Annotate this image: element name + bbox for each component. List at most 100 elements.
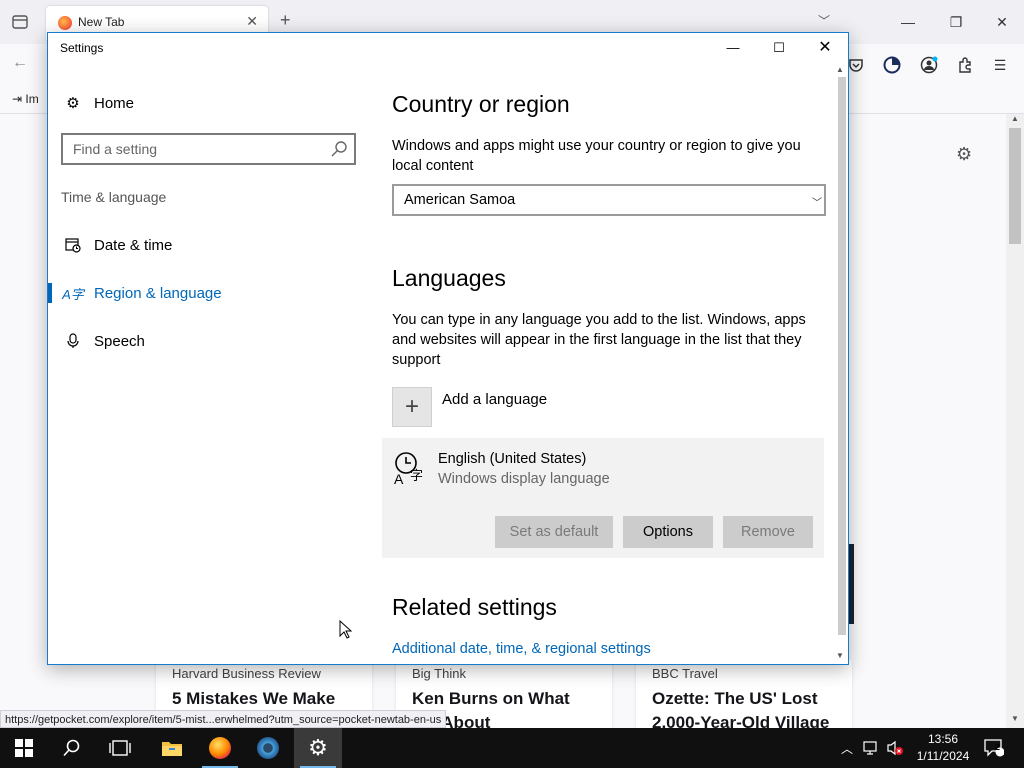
firefox-button[interactable] (196, 728, 244, 768)
language-name: English (United States) (438, 451, 587, 467)
notification-icon (984, 739, 1004, 757)
home-nav-item[interactable]: ⚙ Home (62, 91, 134, 115)
settings-title-bar[interactable]: Settings — ☐ ✕ (48, 33, 848, 63)
scrollbar-thumb[interactable] (1009, 128, 1021, 244)
home-label: Home (94, 94, 135, 112)
sidebar-item-label: Region & language (94, 284, 222, 302)
folder-icon (162, 742, 182, 756)
card-source: Big Think (412, 666, 466, 681)
extensions-icon[interactable] (955, 55, 975, 75)
account-icon[interactable] (919, 55, 939, 75)
settings-sidebar: ⚙ Home Time & language Date & time A字 Re… (48, 63, 368, 664)
app-button[interactable] (244, 728, 292, 768)
sidebar-item-date-time[interactable]: Date & time (48, 225, 368, 265)
plus-icon: + (392, 387, 432, 427)
task-view-icon (109, 740, 131, 756)
clock-date: 1/11/2024 (916, 749, 970, 763)
settings-scrollbar[interactable]: ▲ ▼ (833, 63, 848, 664)
clock[interactable]: 13:56 1/11/2024 (904, 731, 982, 765)
close-tab-icon[interactable]: ✕ (246, 13, 258, 30)
language-subtitle: Windows display language (438, 471, 610, 487)
card-source: BBC Travel (652, 666, 718, 681)
browser-restore-button[interactable]: ❐ (936, 8, 976, 36)
start-button[interactable] (0, 728, 48, 768)
firefox-icon (209, 737, 231, 759)
back-arrow-icon[interactable]: ← (12, 54, 28, 72)
related-settings-heading: Related settings (392, 594, 557, 620)
options-button[interactable]: Options (623, 516, 713, 548)
settings-app-button[interactable]: ⚙ (294, 728, 342, 768)
section-title: Time & language (61, 189, 167, 205)
additional-settings-link[interactable]: Additional date, time, & regional settin… (392, 641, 651, 657)
mouse-cursor-icon (339, 620, 353, 639)
browser-tab-title: New Tab (78, 15, 125, 29)
scroll-up-arrow-icon[interactable]: ▲ (836, 65, 844, 74)
language-icon: A字 (62, 286, 84, 302)
sidebar-item-label: Date & time (94, 236, 173, 254)
scrollbar-thumb[interactable] (838, 77, 846, 635)
language-list-item[interactable]: A 字 English (United States) Windows disp… (382, 438, 824, 558)
taskbar: ⚙ ︿ 13:56 1/11/2024 2 (0, 728, 1024, 768)
maximize-button[interactable]: ☐ (756, 33, 802, 63)
status-url-bar: https://getpocket.com/explore/item/5-mis… (0, 710, 447, 728)
settings-content: Country or region Windows and apps might… (382, 63, 832, 664)
browser-close-button[interactable]: ✕ (982, 8, 1022, 36)
active-indicator (48, 283, 52, 303)
windows-logo-icon (15, 739, 33, 757)
pie-chart-icon[interactable] (882, 55, 902, 75)
country-heading: Country or region (392, 91, 570, 117)
add-language-button[interactable]: + Add a language (392, 387, 547, 427)
import-bookmarks-item[interactable]: ⇥ Im (12, 92, 39, 106)
settings-window: Settings — ☐ ✕ ⚙ Home Time & language Da… (47, 32, 849, 665)
languages-description: You can type in any language you add to … (392, 312, 806, 368)
sidebar-item-label: Speech (94, 332, 145, 350)
window-title: Settings (60, 41, 104, 55)
scroll-down-arrow-icon[interactable]: ▼ (836, 651, 844, 660)
hamburger-menu-icon[interactable]: ☰ (990, 55, 1010, 75)
calendar-clock-icon (62, 237, 84, 253)
country-value: American Samoa (404, 192, 516, 208)
browser-scrollbar[interactable]: ▲ ▼ (1006, 114, 1024, 728)
add-language-label: Add a language (442, 390, 548, 408)
sidebar-item-speech[interactable]: Speech (48, 321, 368, 361)
import-bookmarks-label: Im (25, 92, 39, 106)
search-button[interactable] (48, 728, 96, 768)
show-hidden-icons-chevron-icon[interactable]: ︿ (838, 728, 856, 768)
remove-button[interactable]: Remove (723, 516, 813, 548)
browser-minimize-button[interactable]: — (888, 8, 928, 36)
languages-heading: Languages (392, 265, 506, 291)
country-dropdown[interactable]: American Samoa ﹀ (392, 184, 826, 216)
firefox-favicon-icon (58, 16, 72, 30)
task-view-button[interactable] (96, 728, 144, 768)
sidebar-item-region-language[interactable]: A字 Region & language (48, 273, 368, 313)
search-input[interactable] (63, 135, 323, 163)
gear-icon: ⚙ (66, 95, 80, 112)
chevron-down-icon: ﹀ (812, 198, 822, 209)
language-display-icon: A 字 (394, 452, 423, 486)
gear-icon[interactable]: ⚙ (956, 144, 972, 165)
search-icon (63, 739, 80, 757)
svg-text:字: 字 (410, 469, 423, 484)
action-center-button[interactable]: 2 (982, 728, 1006, 768)
new-tab-button[interactable]: + (280, 10, 291, 31)
network-icon[interactable] (860, 728, 882, 768)
minimize-button[interactable]: — (710, 33, 756, 63)
scroll-up-arrow-icon[interactable]: ▲ (1011, 114, 1019, 123)
clock-time: 13:56 (927, 732, 959, 746)
microphone-icon (62, 333, 84, 349)
search-box[interactable] (61, 133, 356, 165)
volume-muted-icon[interactable] (884, 728, 906, 768)
card-title: 5 Mistakes We Make (172, 689, 336, 708)
gear-icon: ⚙ (308, 735, 328, 760)
globe-app-icon (257, 737, 279, 759)
file-explorer-button[interactable] (148, 728, 196, 768)
list-all-tabs-icon[interactable] (8, 10, 32, 34)
pocket-icon[interactable] (846, 55, 866, 75)
scroll-down-arrow-icon[interactable]: ▼ (1011, 714, 1019, 723)
search-icon[interactable] (330, 140, 348, 158)
notification-count: 2 (995, 742, 1001, 752)
close-button[interactable]: ✕ (802, 33, 848, 63)
chevron-down-icon[interactable]: ﹀ (818, 12, 830, 29)
set-default-button[interactable]: Set as default (495, 516, 613, 548)
card-source: Harvard Business Review (172, 666, 321, 681)
